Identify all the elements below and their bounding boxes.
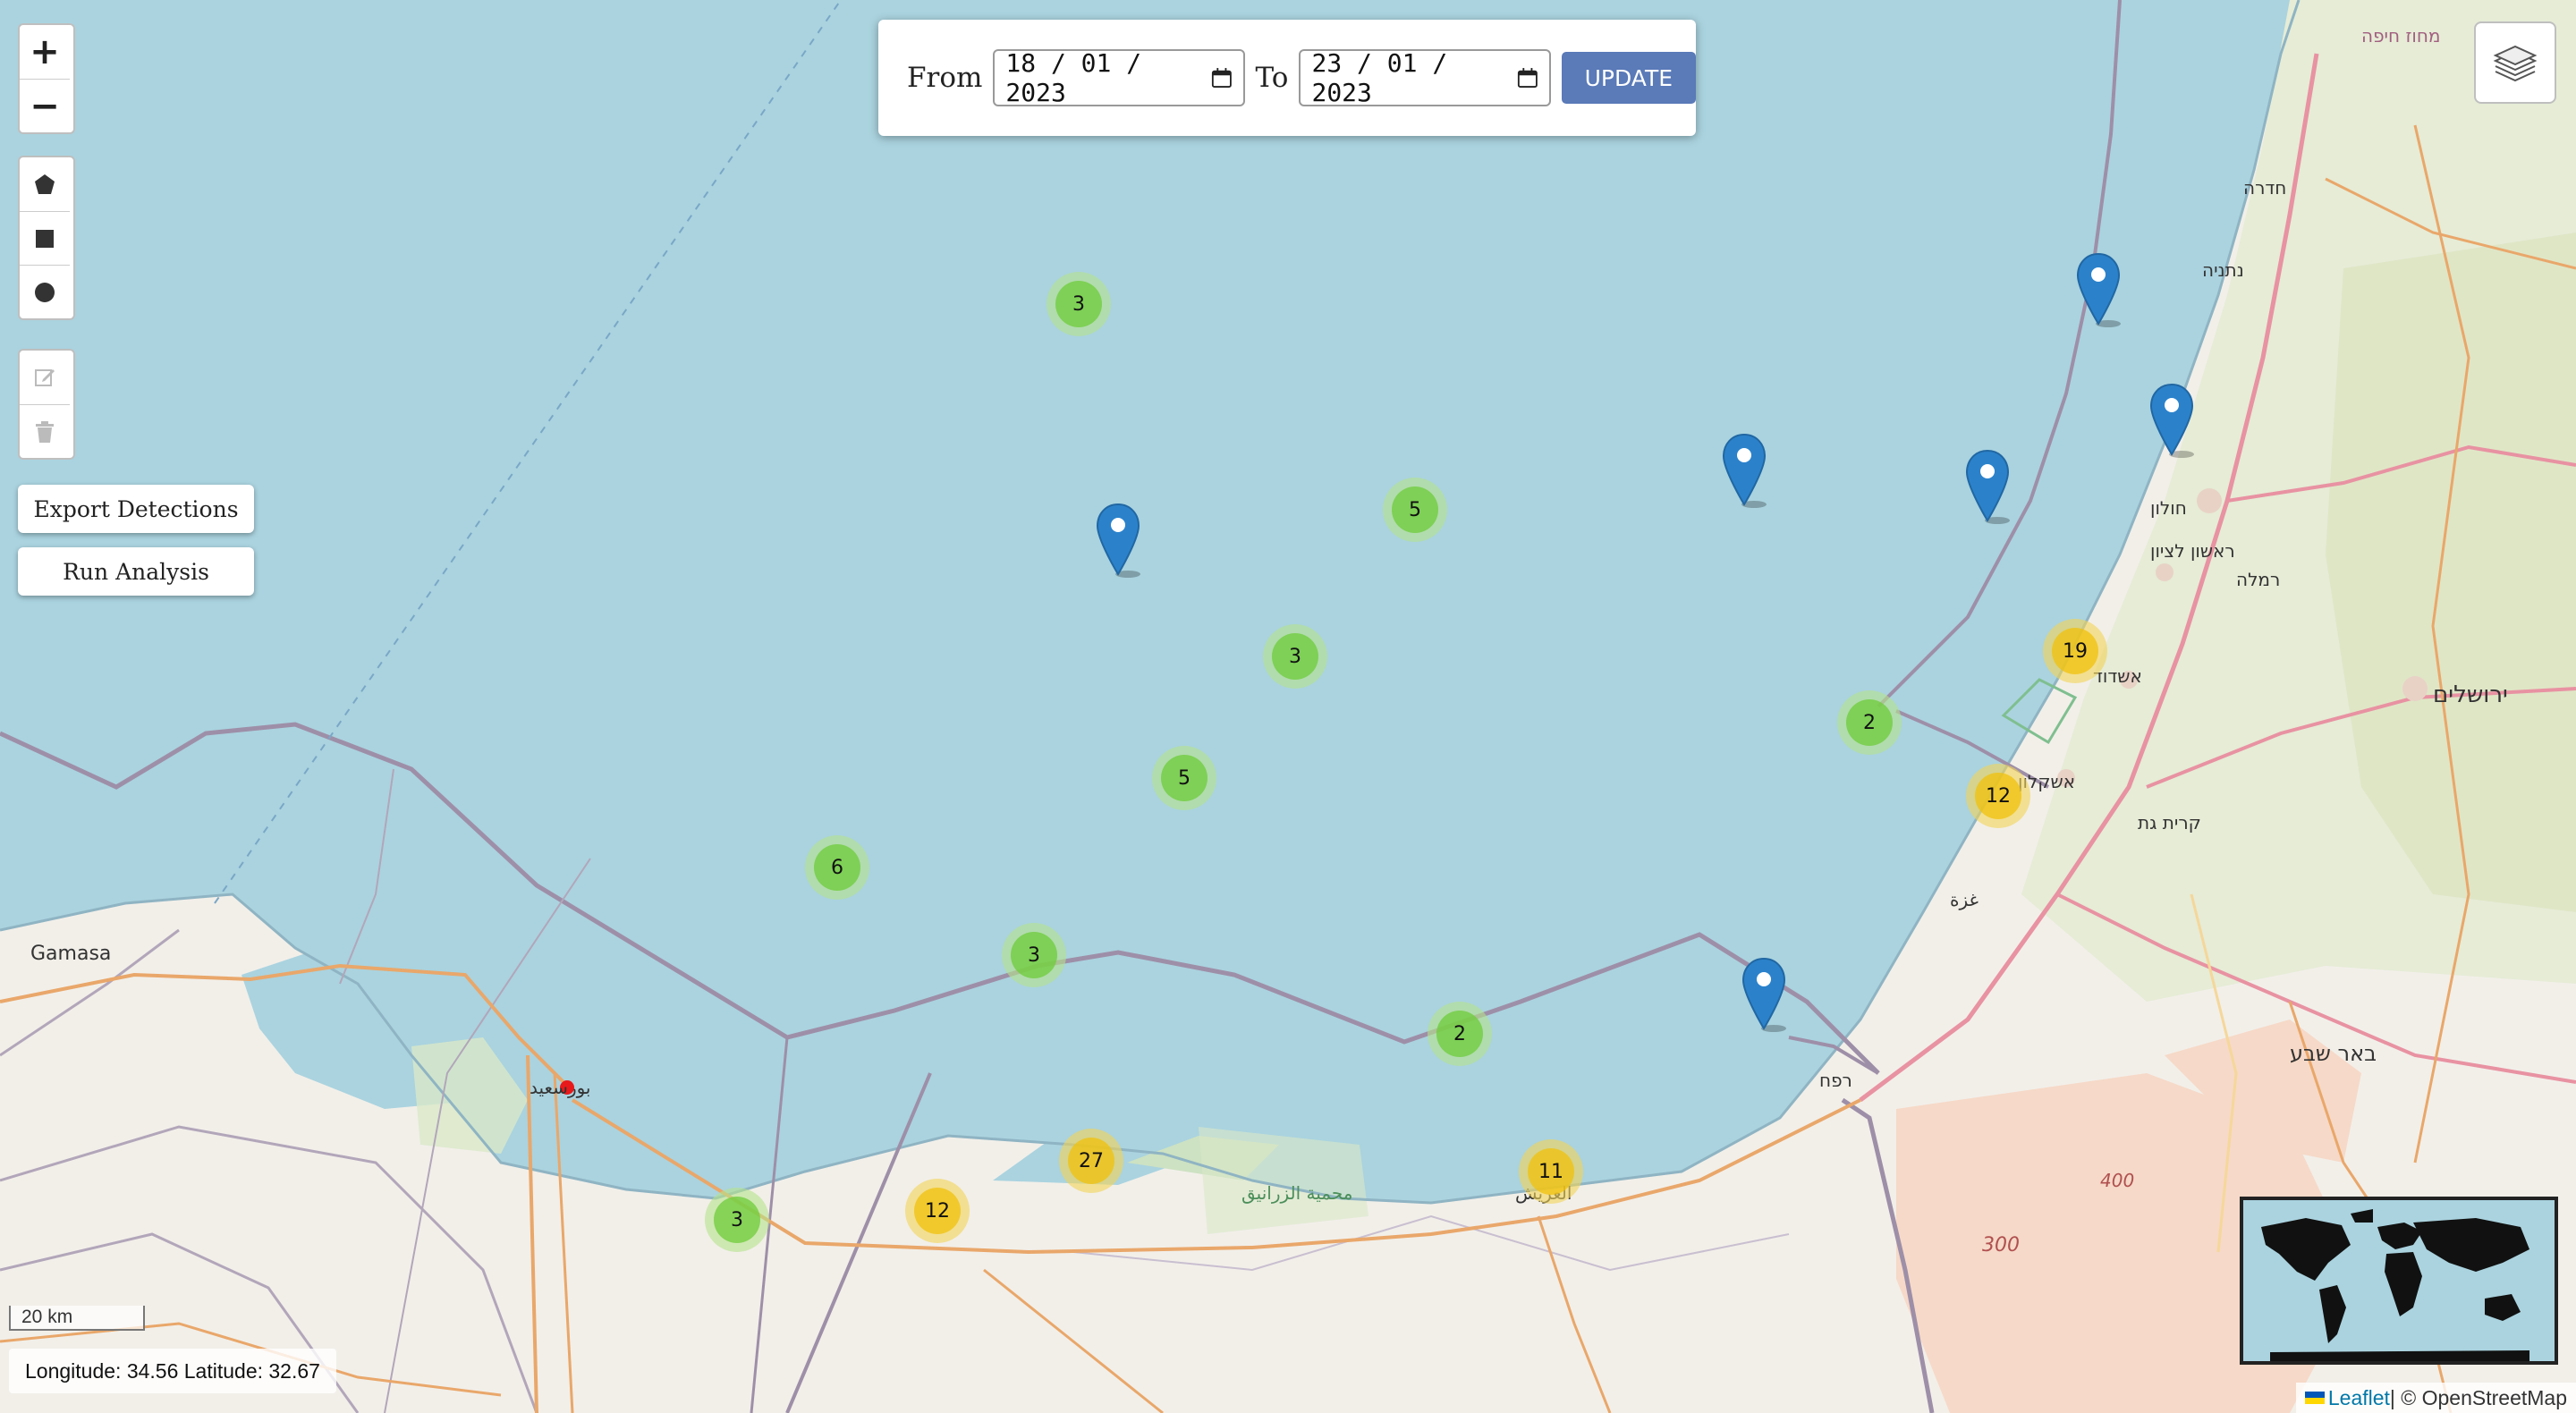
map-pin-icon[interactable] xyxy=(2076,252,2121,327)
circle-icon xyxy=(35,282,55,302)
label-nature-reserve: محمية الزرانيق xyxy=(1241,1182,1353,1204)
edit-icon xyxy=(35,369,55,386)
layers-control[interactable] xyxy=(2474,21,2556,104)
map-pin-icon[interactable] xyxy=(1965,449,2010,524)
cluster-count: 5 xyxy=(1161,755,1208,801)
cluster-count: 19 xyxy=(2052,628,2098,674)
label-hadera: חדרה xyxy=(2243,177,2287,199)
cluster-marker[interactable]: 5 xyxy=(1383,478,1447,542)
cluster-marker[interactable]: 3 xyxy=(1046,272,1111,336)
ukraine-flag-icon xyxy=(2304,1392,2325,1404)
draw-circle-button[interactable] xyxy=(20,265,70,318)
cluster-marker[interactable]: 2 xyxy=(1428,1002,1492,1066)
cluster-count: 27 xyxy=(1068,1138,1114,1184)
cluster-count: 5 xyxy=(1392,487,1438,533)
map-pin-icon[interactable] xyxy=(1741,957,1786,1032)
label-kiryat-gat: קרית גת xyxy=(2138,812,2201,833)
label-contour-300: 300 xyxy=(1982,1234,2020,1256)
leaflet-link[interactable]: Leaflet xyxy=(2328,1386,2390,1410)
label-holon: חולון xyxy=(2150,497,2187,519)
calendar-icon[interactable] xyxy=(1517,66,1538,89)
map-pin-icon[interactable] xyxy=(2149,383,2194,458)
delete-layers-button[interactable] xyxy=(20,404,70,458)
to-date-value: 23 / 01 / 2023 xyxy=(1311,48,1448,107)
cluster-count: 3 xyxy=(1011,932,1057,978)
cluster-count: 3 xyxy=(1272,633,1318,680)
cluster-marker[interactable]: 11 xyxy=(1519,1139,1583,1204)
edit-layers-button[interactable] xyxy=(20,351,70,404)
label-port-said: بورسعيد xyxy=(530,1077,591,1098)
cluster-marker[interactable]: 12 xyxy=(1966,764,2030,828)
label-haifa: מחוז חיפה xyxy=(2361,25,2441,47)
cluster-count: 11 xyxy=(1528,1148,1574,1195)
map-attribution: Leaflet | © OpenStreetMap xyxy=(2295,1383,2576,1413)
cluster-marker[interactable]: 27 xyxy=(1059,1129,1123,1193)
from-date-value: 18 / 01 / 2023 xyxy=(1005,48,1142,107)
mouse-coordinates: Longitude: 34.56 Latitude: 32.67 xyxy=(9,1349,336,1393)
update-button[interactable]: UPDATE xyxy=(1561,52,1697,104)
osm-attribution-text: | © OpenStreetMap xyxy=(2389,1385,2567,1409)
date-filter-panel: From 18 / 01 / 2023 To 23 / 01 / 2023 UP… xyxy=(878,20,1697,136)
label-netanya: נתניה xyxy=(2202,259,2244,281)
cluster-count: 2 xyxy=(1846,699,1893,746)
cluster-marker[interactable]: 3 xyxy=(1002,923,1066,987)
cluster-marker[interactable]: 2 xyxy=(1837,690,1902,755)
zoom-out-button[interactable]: − xyxy=(20,79,70,132)
cluster-marker[interactable]: 12 xyxy=(905,1179,970,1243)
label-contour-400: 400 xyxy=(2100,1170,2135,1191)
from-label: From xyxy=(907,62,983,94)
cluster-count: 3 xyxy=(714,1197,760,1243)
cluster-count: 2 xyxy=(1436,1011,1483,1057)
cluster-marker[interactable]: 3 xyxy=(1263,624,1327,689)
draw-polygon-button[interactable] xyxy=(20,157,70,211)
draw-rectangle-button[interactable] xyxy=(20,211,70,265)
cluster-marker[interactable]: 6 xyxy=(805,835,869,900)
edit-toolbar xyxy=(18,349,75,460)
minimap[interactable] xyxy=(2240,1197,2558,1365)
label-gamasa: Gamasa xyxy=(30,943,112,965)
to-date-input[interactable]: 23 / 01 / 2023 xyxy=(1299,48,1551,107)
trash-icon xyxy=(36,420,54,443)
label-rishon: ראשון לציון xyxy=(2150,540,2235,562)
scale-bar: 20 km xyxy=(9,1306,145,1331)
to-label: To xyxy=(1255,62,1289,94)
cluster-count: 3 xyxy=(1055,281,1102,327)
label-beersheba: באר שבע xyxy=(2290,1041,2377,1066)
cluster-marker[interactable]: 3 xyxy=(705,1188,769,1252)
label-rafah: רפח xyxy=(1819,1070,1852,1091)
zoom-in-button[interactable]: + xyxy=(20,25,70,79)
label-gaza: غزة xyxy=(1950,889,1979,910)
label-ramla: רמלה xyxy=(2236,569,2281,590)
polygon-icon xyxy=(35,174,55,194)
map-pin-icon[interactable] xyxy=(1096,503,1140,578)
map-canvas[interactable]: Gamasa ירושלים אשדוד אשקלון غزة רפח באר … xyxy=(0,0,2576,1413)
export-detections-button[interactable]: Export Detections xyxy=(18,485,254,533)
run-analysis-button[interactable]: Run Analysis xyxy=(18,547,254,596)
cluster-marker[interactable]: 19 xyxy=(2043,619,2107,683)
calendar-icon[interactable] xyxy=(1211,66,1233,89)
label-jerusalem: ירושלים xyxy=(2433,681,2508,708)
world-map-icon xyxy=(2243,1200,2555,1361)
from-date-input[interactable]: 18 / 01 / 2023 xyxy=(993,48,1245,107)
rectangle-icon xyxy=(36,229,54,248)
layers-icon xyxy=(2493,45,2538,82)
draw-toolbar xyxy=(18,156,75,320)
cluster-marker[interactable]: 5 xyxy=(1152,746,1216,810)
cluster-count: 6 xyxy=(814,844,860,891)
cluster-count: 12 xyxy=(914,1188,961,1234)
cluster-count: 12 xyxy=(1975,773,2021,819)
zoom-control: + − xyxy=(18,23,75,134)
map-pin-icon[interactable] xyxy=(1722,433,1767,508)
